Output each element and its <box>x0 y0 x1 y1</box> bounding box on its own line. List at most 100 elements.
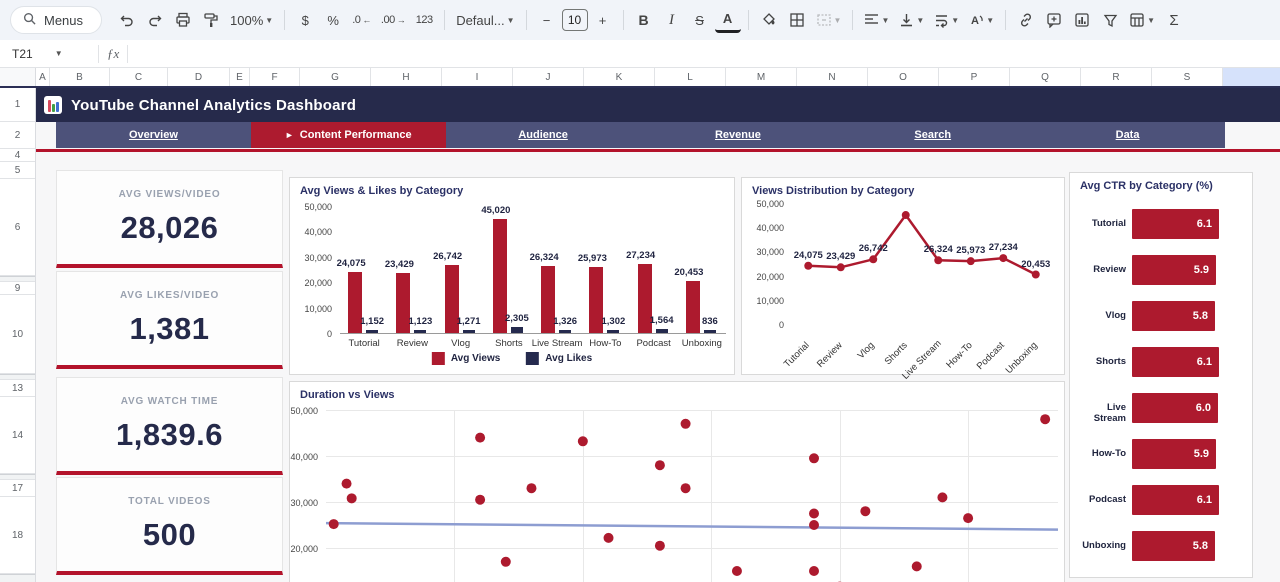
text-wrap-button[interactable]: ▼ <box>930 7 963 33</box>
bar-avg-likes[interactable] <box>607 330 619 333</box>
print-button[interactable] <box>170 7 196 33</box>
paint-format-button[interactable] <box>198 7 224 33</box>
bold-button[interactable]: B <box>631 7 657 33</box>
horizontal-align-button[interactable]: ▼ <box>860 7 893 33</box>
hbar-vlog[interactable]: 5.8 <box>1132 301 1215 331</box>
hbar-shorts[interactable]: 6.1 <box>1132 347 1219 377</box>
row-header-17[interactable]: 17 <box>0 480 35 497</box>
row-header-18[interactable]: 18 <box>0 497 35 574</box>
y-tick: 10,000 <box>304 304 332 314</box>
decrease-font-size-button[interactable]: − <box>534 7 560 33</box>
column-header-C[interactable]: C <box>110 68 168 86</box>
y-tick: 40,000 <box>304 227 332 237</box>
kpi-label: AVG VIEWS/VIDEO <box>119 189 221 200</box>
italic-button[interactable]: I <box>659 7 685 33</box>
insert-link-button[interactable] <box>1013 7 1039 33</box>
undo-button[interactable] <box>114 7 140 33</box>
column-header-F[interactable]: F <box>250 68 300 86</box>
column-header-D[interactable]: D <box>168 68 230 86</box>
formula-bar: T21 ▼ ƒx <box>0 40 1280 68</box>
percent-format-button[interactable]: % <box>320 7 346 33</box>
tab-content-performance[interactable]: ►Content Performance <box>251 122 446 148</box>
row-header-9[interactable]: 9 <box>0 282 35 295</box>
row-header-hidden[interactable] <box>0 574 35 582</box>
name-box[interactable]: T21 ▼ <box>0 47 90 61</box>
tab-overview[interactable]: Overview <box>56 122 251 148</box>
row-header-6[interactable]: 6 <box>0 179 35 276</box>
column-header-A[interactable]: A <box>36 68 50 86</box>
zoom-select[interactable]: 100%▼ <box>226 7 277 33</box>
column-header-J[interactable]: J <box>513 68 584 86</box>
font-select[interactable]: Defaul...▼ <box>452 7 518 33</box>
legend-item: Avg Views <box>432 352 500 365</box>
column-header-K[interactable]: K <box>584 68 655 86</box>
more-formats-button[interactable]: 123 <box>411 7 437 33</box>
column-header-L[interactable]: L <box>655 68 726 86</box>
column-header-G[interactable]: G <box>300 68 371 86</box>
vertical-align-button[interactable]: ▼ <box>895 7 928 33</box>
column-header-R[interactable]: R <box>1081 68 1152 86</box>
bar-avg-likes[interactable] <box>656 329 668 333</box>
row-header-1[interactable]: 1 <box>0 88 35 122</box>
currency-format-button[interactable]: $ <box>292 7 318 33</box>
increase-font-size-button[interactable]: + <box>590 7 616 33</box>
hbar-tutorial[interactable]: 6.1 <box>1132 209 1219 239</box>
text-color-button[interactable]: A <box>715 7 741 33</box>
column-header-Q[interactable]: Q <box>1010 68 1081 86</box>
hbar-live-stream[interactable]: 6.0 <box>1132 393 1218 423</box>
insert-chart-button[interactable] <box>1069 7 1095 33</box>
hbar-how-to[interactable]: 5.9 <box>1132 439 1216 469</box>
kpi-value: 1,839.6 <box>116 417 223 453</box>
bar-avg-likes[interactable] <box>366 330 378 333</box>
column-header-selected-region[interactable] <box>1223 68 1280 86</box>
bar-avg-likes[interactable] <box>463 330 475 333</box>
hbar-review[interactable]: 5.9 <box>1132 255 1216 285</box>
tab-audience[interactable]: Audience <box>446 122 641 148</box>
table-button[interactable]: ▼ <box>1125 7 1159 33</box>
menus-search[interactable]: Menus <box>10 6 102 34</box>
bar-avg-likes[interactable] <box>511 327 523 333</box>
borders-button[interactable] <box>784 7 810 33</box>
column-header-B[interactable]: B <box>50 68 110 86</box>
row-header-2[interactable]: 2 <box>0 122 35 149</box>
filter-button[interactable] <box>1097 7 1123 33</box>
row-header-5[interactable]: 5 <box>0 162 35 179</box>
functions-button[interactable]: Σ <box>1161 7 1187 33</box>
kpi-label: AVG LIKES/VIDEO <box>120 290 219 301</box>
tab-revenue[interactable]: Revenue <box>640 122 835 148</box>
row-header-14[interactable]: 14 <box>0 397 35 474</box>
bar-avg-likes[interactable] <box>704 330 716 333</box>
tab-data[interactable]: Data <box>1030 122 1225 148</box>
row-header-13[interactable]: 13 <box>0 380 35 397</box>
column-header-E[interactable]: E <box>230 68 250 86</box>
column-header-S[interactable]: S <box>1152 68 1223 86</box>
column-header-M[interactable]: M <box>726 68 797 86</box>
hbar-podcast[interactable]: 6.1 <box>1132 485 1219 515</box>
cell-reference: T21 <box>12 47 33 61</box>
increase-decimal-button[interactable]: .00→ <box>377 7 409 33</box>
hbar-unboxing[interactable]: 5.8 <box>1132 531 1215 561</box>
formula-input[interactable] <box>136 40 1280 67</box>
page-title: YouTube Channel Analytics Dashboard <box>71 97 356 114</box>
text-rotation-button[interactable]: A ▼ <box>965 7 998 33</box>
row-header-4[interactable]: 4 <box>0 149 35 162</box>
column-header-H[interactable]: H <box>371 68 442 86</box>
column-header-N[interactable]: N <box>797 68 868 86</box>
column-header-P[interactable]: P <box>939 68 1010 86</box>
row-header-10[interactable]: 10 <box>0 295 35 374</box>
tab-search[interactable]: Search <box>835 122 1030 148</box>
insert-comment-button[interactable] <box>1041 7 1067 33</box>
column-header-I[interactable]: I <box>442 68 513 86</box>
select-all-corner[interactable] <box>0 68 36 86</box>
fill-color-button[interactable] <box>756 7 782 33</box>
bar-avg-likes[interactable] <box>414 330 426 333</box>
kpi-label: TOTAL VIDEOS <box>128 496 210 507</box>
decrease-decimal-button[interactable]: .0← <box>348 7 375 33</box>
fx-icon: ƒx <box>107 46 119 62</box>
strikethrough-button[interactable]: S <box>687 7 713 33</box>
column-header-O[interactable]: O <box>868 68 939 86</box>
chevron-down-icon: ▼ <box>951 16 959 25</box>
font-size-input[interactable]: 10 <box>562 9 588 31</box>
redo-button[interactable] <box>142 7 168 33</box>
bar-avg-likes[interactable] <box>559 330 571 333</box>
